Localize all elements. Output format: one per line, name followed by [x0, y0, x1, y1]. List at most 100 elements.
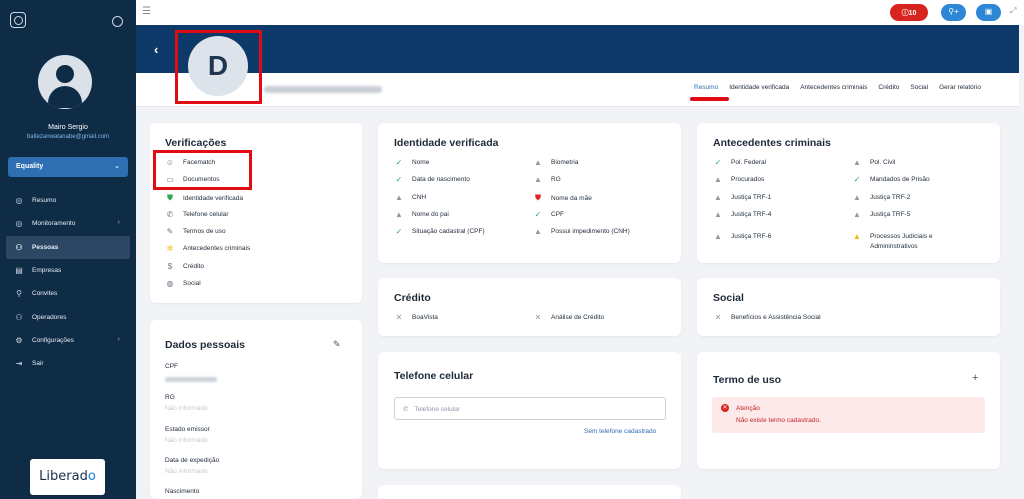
alerts-count: 10 [908, 10, 917, 17]
verificacao-label: Termos de uso [183, 228, 226, 235]
sidebar-item-label: Empresas [32, 267, 62, 275]
sem-telefone-link[interactable]: Sem telefone cadastrado [584, 428, 656, 435]
check-cpf: ✓ CPF [533, 210, 564, 219]
chevron-right-icon: › [117, 335, 120, 343]
alert-icon: ⓘ [901, 10, 909, 17]
tab-resumo[interactable]: Resumo [694, 84, 718, 91]
people-icon: ⚇ [15, 242, 23, 252]
sidebar-item-resumo[interactable]: ◎ Resumo [0, 189, 136, 212]
tab-gerar-relatorio[interactable]: Gerar relatório [939, 84, 981, 91]
error-icon: ✕ [721, 404, 729, 412]
sidebar-item-configuracoes[interactable]: ⚙ Configurações › [0, 329, 136, 352]
sidebar-item-sair[interactable]: ⇥ Sair [0, 352, 136, 375]
profile-tabs: Resumo Identidade verificada Antecedente… [694, 84, 981, 91]
dados-pessoais-title: Dados pessoais [165, 339, 245, 351]
verificacao-social[interactable]: ◍ Social [165, 279, 201, 288]
sidebar-item-operadores[interactable]: ⚇ Operadores [0, 305, 136, 328]
edit-icon[interactable]: ✎ [333, 339, 341, 350]
check-label: Processos Judiciais e [870, 233, 933, 240]
user-email: baltezanwatanabe@gmail.com [26, 134, 110, 140]
sidebar-item-label: Configurações [32, 336, 74, 344]
check-trf2: ▲ Justiça TRF-2 [852, 193, 910, 202]
check-label: Justiça TRF-1 [731, 194, 772, 201]
user-avatar [38, 55, 92, 109]
tab-antecedentes-criminais[interactable]: Antecedentes criminais [800, 84, 867, 91]
field-estado-label: Estado emissor [165, 426, 210, 433]
field-expedicao-value: Não informado [165, 468, 208, 475]
brand-text-accent: o [87, 469, 96, 484]
highlight-box [175, 30, 262, 104]
check-trf5: ▲ Justiça TRF-5 [852, 210, 910, 219]
check-nome: ✓ Nome [394, 158, 430, 167]
sidebar-item-label: Convites [32, 290, 58, 298]
verificacao-credito[interactable]: $ Crédito [165, 262, 204, 271]
warning-icon: ▲ [714, 210, 722, 219]
alert-title: Atenção [736, 405, 760, 412]
sidebar-item-convites[interactable]: ⚲ Convites [0, 282, 136, 305]
check-label: Data de nascimento [412, 176, 470, 183]
check-impedimento-cnh: ▲ Possui impedimento (CNH) [533, 227, 630, 236]
warning-icon: ▲ [714, 175, 722, 184]
dollar-icon: $ [167, 262, 173, 271]
identidade-title: Identidade verificada [394, 137, 499, 149]
sidebar-item-pessoas[interactable]: ⚇ Pessoas [6, 235, 130, 259]
antecedentes-title: Antecedentes criminais [713, 137, 831, 149]
organization-label: Equality [16, 163, 44, 170]
credito-label: BoaVista [412, 314, 438, 321]
tab-social[interactable]: Social [910, 84, 928, 91]
phone-icon: ✆ [403, 406, 409, 413]
cart-button[interactable]: ▣ [976, 4, 1001, 21]
account-icon[interactable] [112, 16, 123, 27]
user-name: Mairo Sergio [48, 124, 88, 131]
user-add-icon: ⚲+ [948, 7, 959, 16]
field-expedicao-label: Data de expedição [165, 457, 220, 464]
profile-banner [136, 25, 1019, 73]
phone-input[interactable]: ✆ Telefone celular [394, 397, 666, 420]
back-arrow-icon[interactable]: ‹ [154, 42, 158, 57]
tab-credito[interactable]: Crédito [878, 84, 899, 91]
logout-icon: ⇥ [15, 359, 23, 369]
pen-icon: ✎ [166, 227, 174, 236]
check-label: Nome do pai [412, 211, 449, 218]
termo-title: Termo de uso [713, 374, 782, 386]
app-logo-icon[interactable] [10, 12, 26, 28]
add-user-button[interactable]: ⚲+ [941, 4, 966, 21]
verificacao-antecedentes[interactable]: ✲ Antecedentes criminais [165, 244, 251, 253]
add-icon[interactable]: + [972, 372, 978, 384]
check-nome-mae: ⛊ Nome da mãe [533, 193, 592, 203]
tab-identidade-verificada[interactable]: Identidade verificada [729, 84, 789, 91]
check-icon: ✓ [395, 175, 403, 184]
close-icon: ✕ [395, 313, 403, 322]
check-label: Mandados de Prisão [870, 176, 930, 183]
menu-icon[interactable]: ☰ [142, 6, 151, 17]
check-label: Nome [412, 159, 430, 166]
warning-icon: ▲ [853, 232, 861, 241]
verificacao-label: Antecedentes criminais [183, 245, 251, 252]
verificacao-telefone[interactable]: ✆ Telefone celular [165, 210, 229, 219]
check-label: Pol. Civil [870, 159, 896, 166]
chevron-right-icon: › [117, 219, 120, 227]
check-label: Justiça TRF-4 [731, 211, 772, 218]
organization-select[interactable]: Equality ⌄ [8, 157, 128, 177]
fullscreen-icon[interactable]: ⤢ [1010, 6, 1016, 16]
verificacao-label: Social [183, 280, 201, 287]
top-bar: ☰ ⓘ10 ⚲+ ▣ ⤢ [136, 0, 1024, 25]
sidebar-item-monitoramento[interactable]: ◎ Monitoramento › [0, 212, 136, 235]
social-beneficios: ✕ Benefícios e Assistência Social [713, 313, 821, 322]
check-label: Justiça TRF-6 [731, 233, 772, 240]
sidebar-item-empresas[interactable]: ▤ Empresas [0, 259, 136, 282]
alerts-button[interactable]: ⓘ10 [890, 4, 928, 21]
check-trf4: ▲ Justiça TRF-4 [713, 210, 771, 219]
check-rg: ▲ RG [533, 175, 561, 184]
field-rg-label: RG [165, 394, 175, 401]
verificacao-termos[interactable]: ✎ Termos de uso [165, 227, 226, 236]
check-label: Justiça TRF-2 [870, 194, 911, 201]
termo-alert: ✕ Atenção Não existe termo cadastrado. [712, 397, 985, 433]
check-icon: ✓ [714, 158, 722, 167]
warning-icon: ▲ [395, 210, 403, 219]
credito-card [378, 278, 681, 336]
verificacao-identidade[interactable]: ⛊ Identidade verificada [165, 193, 243, 203]
sidebar-item-label: Monitoramento [32, 220, 76, 228]
check-label: CPF [551, 211, 564, 218]
warning-icon: ▲ [853, 193, 861, 202]
